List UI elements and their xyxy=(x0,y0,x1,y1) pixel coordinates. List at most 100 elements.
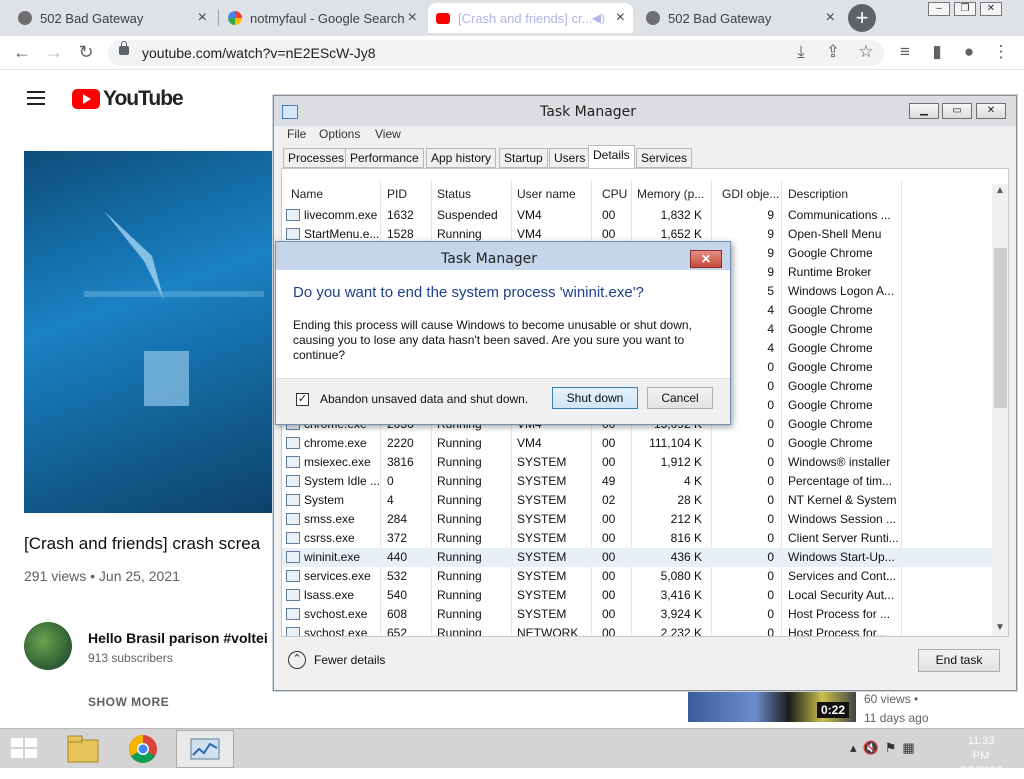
table-row[interactable]: csrss.exe 372 Running SYSTEM 00 816 K 0 Client … xyxy=(282,529,992,548)
tab-app-history[interactable]: App history xyxy=(426,148,497,168)
tab-3-active[interactable]: [Crash and friends] cr... ◀) × xyxy=(428,3,633,33)
task-manager-titlebar[interactable] xyxy=(274,96,1016,126)
cell-cpu: 00 xyxy=(602,512,616,526)
checkbox-label[interactable]: Abandon unsaved data and shut down. xyxy=(320,392,528,406)
col-name[interactable]: Name xyxy=(291,187,323,201)
col-user[interactable]: User name xyxy=(517,187,576,201)
profile-icon[interactable]: ● xyxy=(958,42,980,62)
close-icon[interactable]: × xyxy=(826,9,835,27)
close-icon[interactable]: × xyxy=(616,9,625,27)
dialog-question: Do you want to end the system process 'w… xyxy=(293,284,644,301)
tab-1[interactable]: 502 Bad Gateway × xyxy=(10,3,215,33)
minimize-button[interactable]: – xyxy=(928,2,950,16)
close-window-button[interactable]: ✕ xyxy=(980,2,1002,16)
shut-down-button[interactable]: Shut down xyxy=(552,387,638,409)
table-row[interactable]: msiexec.exe 3816 Running SYSTEM 00 1,912 K 0 Wi… xyxy=(282,453,992,472)
cell-desc: Communications ... xyxy=(788,208,891,222)
tm-close-button[interactable]: ✕ xyxy=(976,103,1006,119)
cell-status: Running xyxy=(437,550,482,564)
close-icon[interactable]: × xyxy=(198,9,207,27)
media-control-icon[interactable]: ≡ xyxy=(894,42,916,62)
cell-desc: Google Chrome xyxy=(788,246,873,260)
cell-name: System Idle ... xyxy=(304,474,379,488)
task-manager-taskbar-icon[interactable] xyxy=(176,730,234,768)
back-icon[interactable]: ← xyxy=(10,42,34,63)
close-icon[interactable]: × xyxy=(408,9,417,27)
tab-2[interactable]: notmyfaul - Google Search × xyxy=(220,3,425,33)
dialog-close-button[interactable]: ✕ xyxy=(690,250,722,268)
tab-services[interactable]: Services xyxy=(636,148,693,168)
channel-name[interactable]: Hello Brasil parison #voltei xyxy=(88,630,268,646)
side-panel-icon[interactable]: ▮ xyxy=(926,42,948,62)
cell-name: chrome.exe xyxy=(304,436,367,450)
scroll-down-icon[interactable]: ▼ xyxy=(995,622,1005,633)
tab-4[interactable]: 502 Bad Gateway × xyxy=(638,3,843,33)
tab-startup[interactable]: Startup xyxy=(499,148,548,168)
end-task-button[interactable]: End task xyxy=(918,649,1000,672)
install-icon[interactable]: ⤓ xyxy=(790,42,812,62)
new-tab-button[interactable]: + xyxy=(848,4,876,32)
table-row[interactable]: svchost.exe 608 Running SYSTEM 00 3,924 K 0 Hos… xyxy=(282,605,992,624)
scrollbar-thumb[interactable] xyxy=(994,248,1007,408)
table-row[interactable]: livecomm.exe 1632 Suspended VM4 00 1,832 K 9 Co… xyxy=(282,206,992,225)
cell-desc: Google Chrome xyxy=(788,417,873,431)
cell-pid: 608 xyxy=(387,607,408,621)
cell-cpu: 00 xyxy=(602,436,616,450)
table-row[interactable]: lsass.exe 540 Running SYSTEM 00 3,416 K 0 Local… xyxy=(282,586,992,605)
col-status[interactable]: Status xyxy=(437,187,471,201)
channel-avatar[interactable] xyxy=(24,622,72,670)
menu-icon[interactable]: ⋮ xyxy=(990,42,1012,62)
menu-options[interactable]: Options xyxy=(319,127,360,141)
chrome-icon[interactable] xyxy=(114,730,172,768)
bookmark-star-icon[interactable]: ☆ xyxy=(855,42,877,62)
col-description[interactable]: Description xyxy=(788,187,848,201)
maximize-button[interactable]: ❐ xyxy=(954,2,976,16)
system-tray[interactable]: ▴🔇⚑▦ xyxy=(850,740,921,756)
hamburger-menu-icon[interactable] xyxy=(27,91,45,105)
table-row[interactable]: chrome.exe 2220 Running VM4 00 111,104 K 0 Goog… xyxy=(282,434,992,453)
table-row[interactable]: smss.exe 284 Running SYSTEM 00 212 K 0 Windows … xyxy=(282,510,992,529)
reload-icon[interactable]: ↻ xyxy=(74,42,98,63)
cell-gdi: 0 xyxy=(767,474,774,488)
table-row[interactable]: wininit.exe 440 Running SYSTEM 00 436 K 0 Windo… xyxy=(282,548,992,567)
cell-user: VM4 xyxy=(517,436,542,450)
tab-details[interactable]: Details xyxy=(588,145,635,169)
chevron-up-icon[interactable]: ⌃ xyxy=(288,651,306,669)
cancel-button[interactable]: Cancel xyxy=(647,387,713,409)
share-icon[interactable]: ⇪ xyxy=(822,42,844,62)
fewer-details-link[interactable]: Fewer details xyxy=(314,653,385,667)
col-memory[interactable]: Memory (p... xyxy=(637,187,704,201)
col-gdi[interactable]: GDI obje... xyxy=(722,187,779,201)
table-row[interactable]: services.exe 532 Running SYSTEM 00 5,080 K 0 Se… xyxy=(282,567,992,586)
windows-start-icon[interactable] xyxy=(10,737,38,759)
menu-view[interactable]: View xyxy=(375,127,401,141)
tm-minimize-button[interactable]: ▁ xyxy=(909,103,939,119)
lock-icon[interactable] xyxy=(119,41,129,55)
cell-pid: 3816 xyxy=(387,455,414,469)
process-icon xyxy=(286,513,300,525)
tm-maximize-button[interactable]: ▭ xyxy=(942,103,972,119)
youtube-logo-text[interactable]: YouTube xyxy=(103,87,184,111)
tab-users[interactable]: Users xyxy=(549,148,591,168)
abandon-data-checkbox[interactable]: ✓ xyxy=(296,393,309,406)
cell-user: SYSTEM xyxy=(517,455,567,469)
show-more-button[interactable]: SHOW MORE xyxy=(88,695,169,709)
table-row[interactable]: svchost.exe 652 Running NETWORK 00 2,232 K 0 Ho… xyxy=(282,624,992,636)
scroll-up-icon[interactable]: ▲ xyxy=(995,185,1005,196)
clock[interactable]: 11:33 PM 7/5/2022 xyxy=(958,734,1004,779)
cell-name: csrss.exe xyxy=(304,531,355,545)
table-row[interactable]: System Idle ... 0 Running SYSTEM 49 4 K 0 Perce… xyxy=(282,472,992,491)
table-row[interactable]: System 4 Running SYSTEM 02 28 K 0 NT Kernel & S… xyxy=(282,491,992,510)
address-bar[interactable]: youtube.com/watch?v=nE2EScW-Jy8 xyxy=(108,40,884,66)
forward-icon[interactable]: → xyxy=(42,42,66,63)
col-pid[interactable]: PID xyxy=(387,187,407,201)
tab-performance[interactable]: Performance xyxy=(345,148,424,168)
youtube-logo-icon[interactable] xyxy=(72,89,100,109)
audio-icon[interactable]: ◀) xyxy=(592,11,605,25)
file-explorer-icon[interactable] xyxy=(54,730,112,768)
col-cpu[interactable]: CPU xyxy=(602,187,627,201)
date: 7/5/2022 xyxy=(959,765,1003,777)
cell-cpu: 00 xyxy=(602,569,616,583)
tab-processes[interactable]: Processes xyxy=(283,148,350,168)
menu-file[interactable]: File xyxy=(287,127,306,141)
